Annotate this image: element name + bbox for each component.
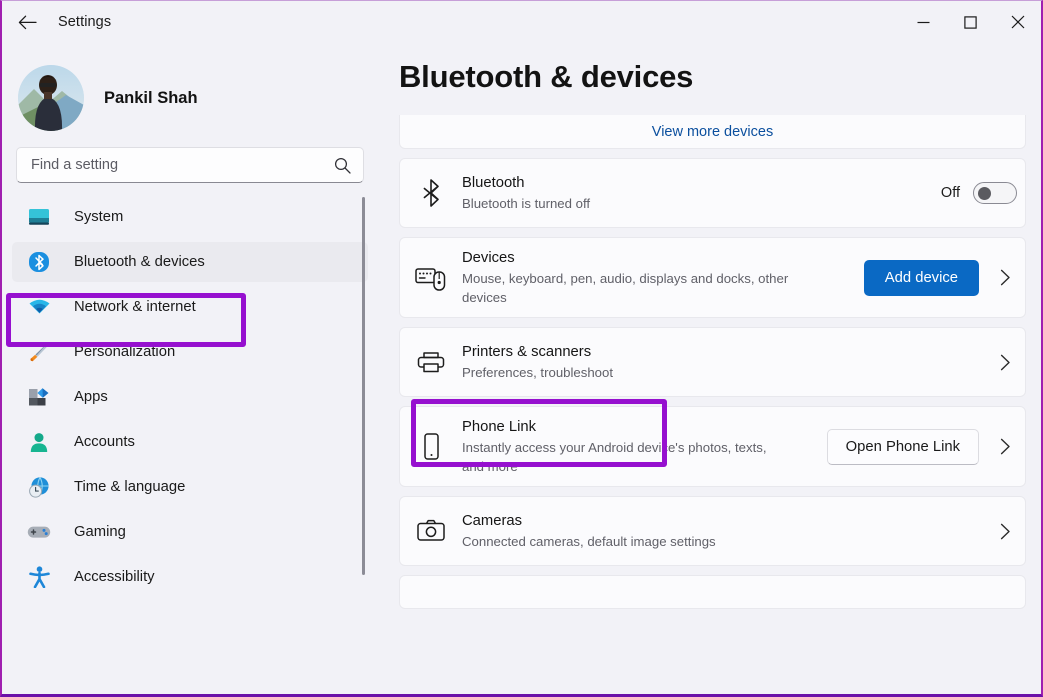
minimize-button[interactable] [900, 1, 947, 43]
close-button[interactable] [994, 1, 1041, 43]
chevron-right-icon[interactable] [985, 269, 1025, 286]
profile-name: Pankil Shah [104, 89, 198, 108]
maximize-icon [964, 16, 977, 29]
card-text: Printers & scanners Preferences, trouble… [462, 342, 985, 382]
search-box[interactable] [16, 147, 364, 183]
sidebar-item-accounts[interactable]: Accounts [12, 422, 368, 462]
clock-globe-icon [26, 475, 52, 499]
toggle-knob [978, 187, 991, 200]
sidebar-item-label: Bluetooth & devices [74, 254, 205, 270]
printer-icon [400, 349, 462, 375]
chevron-right-icon[interactable] [985, 354, 1025, 371]
toggle-state-label: Off [941, 185, 960, 201]
card-title: Bluetooth [462, 173, 931, 193]
card-subtitle: Mouse, keyboard, pen, audio, displays an… [462, 269, 792, 307]
card-text: Devices Mouse, keyboard, pen, audio, dis… [462, 248, 864, 307]
accessibility-icon [26, 565, 52, 589]
card-subtitle: Bluetooth is turned off [462, 194, 792, 213]
card-text: Bluetooth Bluetooth is turned off [462, 173, 941, 213]
card-action: Open Phone Link [827, 429, 985, 465]
sidebar-item-apps[interactable]: Apps [12, 377, 368, 417]
window-controls [900, 1, 1041, 43]
window-title: Settings [58, 14, 111, 30]
sidebar-item-label: Accessibility [74, 569, 155, 585]
sidebar-nav: System Bluetooth & devices [2, 197, 380, 697]
card-subtitle: Connected cameras, default image setting… [462, 532, 792, 551]
card-text: Cameras Connected cameras, default image… [462, 511, 985, 551]
add-device-button[interactable]: Add device [864, 260, 979, 296]
bluetooth-toggle[interactable] [973, 182, 1017, 204]
sidebar-item-gaming[interactable]: Gaming [12, 512, 368, 552]
sidebar: Pankil Shah Sys [2, 43, 380, 697]
card-title: Cameras [462, 511, 975, 531]
page-title: Bluetooth & devices [380, 43, 1041, 95]
settings-window: Settings [0, 0, 1043, 697]
card-subtitle: Instantly access your Android device's p… [462, 438, 792, 476]
card-devices[interactable]: Devices Mouse, keyboard, pen, audio, dis… [399, 237, 1026, 318]
card-subtitle: Preferences, troubleshoot [462, 363, 792, 382]
card-phone-link[interactable]: Phone Link Instantly access your Android… [399, 406, 1026, 487]
back-button[interactable] [10, 7, 44, 37]
card-partial-next[interactable] [399, 575, 1026, 609]
bluetooth-toggle-group: Off [941, 182, 1025, 204]
sidebar-scrollbar[interactable] [362, 197, 365, 575]
card-action: Add device [864, 260, 985, 296]
bluetooth-rune-icon [400, 178, 462, 208]
view-more-devices-link[interactable]: View more devices [652, 124, 773, 140]
sidebar-item-accessibility[interactable]: Accessibility [12, 557, 368, 597]
card-title: Devices [462, 248, 854, 268]
sidebar-item-system[interactable]: System [12, 197, 368, 237]
avatar [18, 65, 84, 131]
card-bluetooth[interactable]: Bluetooth Bluetooth is turned off Off [399, 158, 1026, 228]
sidebar-item-bluetooth-devices[interactable]: Bluetooth & devices [12, 242, 368, 282]
card-text: Phone Link Instantly access your Android… [462, 417, 827, 476]
keyboard-mouse-icon [400, 264, 462, 292]
maximize-button[interactable] [947, 1, 994, 43]
sidebar-item-label: Network & internet [74, 299, 196, 315]
sidebar-item-time-language[interactable]: Time & language [12, 467, 368, 507]
back-arrow-icon [18, 15, 37, 30]
sidebar-item-label: System [74, 209, 123, 225]
close-icon [1011, 15, 1025, 29]
card-title: Phone Link [462, 417, 817, 437]
search-icon [334, 157, 351, 174]
minimize-icon [917, 21, 930, 24]
card-title: Printers & scanners [462, 342, 975, 362]
chevron-right-icon[interactable] [985, 438, 1025, 455]
phone-icon [400, 432, 462, 462]
gamepad-icon [26, 520, 52, 544]
profile-section[interactable]: Pankil Shah [2, 43, 380, 135]
title-bar: Settings [2, 1, 1041, 43]
camera-icon [400, 519, 462, 543]
person-icon [26, 430, 52, 454]
card-cameras[interactable]: Cameras Connected cameras, default image… [399, 496, 1026, 566]
open-phone-link-button[interactable]: Open Phone Link [827, 429, 979, 465]
wifi-icon [26, 295, 52, 319]
sidebar-item-label: Gaming [74, 524, 126, 540]
sidebar-item-label: Personalization [74, 344, 175, 360]
bluetooth-icon [26, 250, 52, 274]
paintbrush-icon [26, 340, 52, 364]
monitor-icon [26, 205, 52, 229]
search-input[interactable] [31, 157, 334, 173]
sidebar-item-personalization[interactable]: Personalization [12, 332, 368, 372]
sidebar-item-network-internet[interactable]: Network & internet [12, 287, 368, 327]
sidebar-item-label: Apps [74, 389, 108, 405]
card-printers-scanners[interactable]: Printers & scanners Preferences, trouble… [399, 327, 1026, 397]
main-content: Bluetooth & devices View more devices Bl… [380, 43, 1041, 694]
apps-blocks-icon [26, 385, 52, 409]
sidebar-item-label: Time & language [74, 479, 185, 495]
sidebar-item-label: Accounts [74, 434, 135, 450]
chevron-right-icon[interactable] [985, 523, 1025, 540]
card-view-more-devices[interactable]: View more devices [399, 115, 1026, 149]
